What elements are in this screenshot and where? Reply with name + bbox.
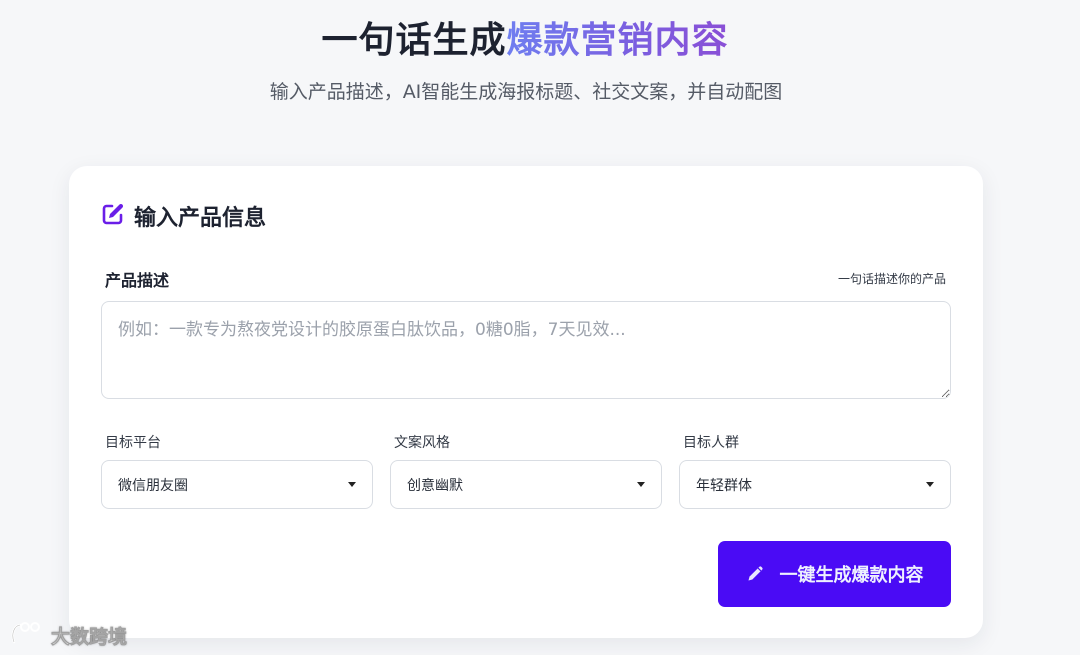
pencil-icon [746,563,780,586]
watermark: 大数跨境 [8,620,127,650]
card-header: 输入产品信息 [101,202,267,231]
hero-title: 一句话生成爆款营销内容 [0,18,1050,64]
product-description-input[interactable] [101,301,951,399]
hero-title-plain: 一句话生成 [321,20,507,61]
description-hint: 一句话描述你的产品 [837,272,946,286]
card-title: 输入产品信息 [134,206,267,231]
platform-select[interactable]: 微信朋友圈 [101,460,373,509]
style-label: 文案风格 [394,435,450,451]
generate-button-label: 一键生成爆款内容 [779,565,924,585]
chevron-down-icon [637,482,645,487]
watermark-logo-icon [8,620,48,650]
platform-label: 目标平台 [105,435,161,451]
audience-select-value: 年轻群体 [696,477,752,494]
watermark-text: 大数跨境 [51,625,128,648]
description-label: 产品描述 [105,271,170,290]
style-select[interactable]: 创意幽默 [390,460,662,509]
audience-label: 目标人群 [683,435,739,451]
product-info-card: 输入产品信息 产品描述 一句话描述你的产品 目标平台 微信朋友圈 文案风格 创意… [69,166,983,638]
hero-subtitle: 输入产品描述，AI智能生成海报标题、社交文案，并自动配图 [269,81,783,103]
hero-title-highlight: 爆款营销内容 [506,20,729,61]
platform-select-value: 微信朋友圈 [118,477,188,494]
page: 一句话生成爆款营销内容 输入产品描述，AI智能生成海报标题、社交文案，并自动配图… [0,0,1080,655]
generate-content-button[interactable]: 一键生成爆款内容 [718,541,951,607]
chevron-down-icon [348,482,356,487]
audience-select[interactable]: 年轻群体 [679,460,951,509]
edit-icon [101,202,125,230]
chevron-down-icon [926,482,934,487]
style-select-value: 创意幽默 [407,477,463,494]
